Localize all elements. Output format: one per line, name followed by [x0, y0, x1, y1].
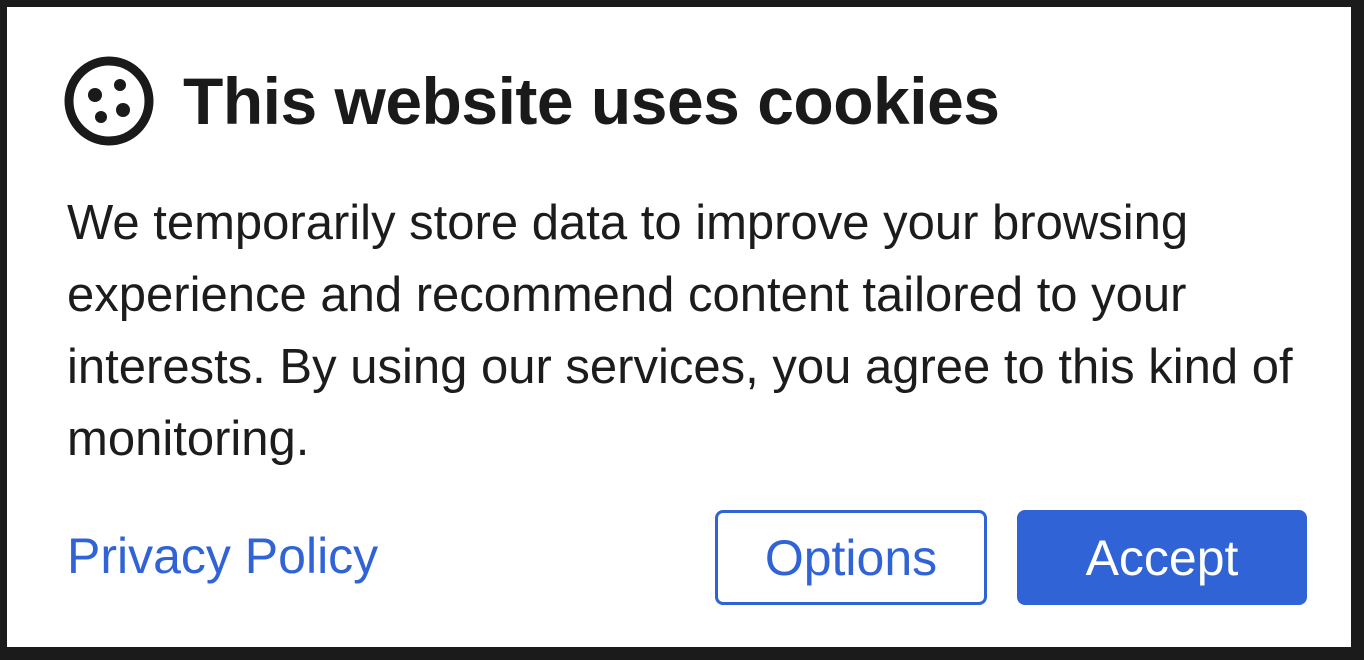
privacy-policy-link[interactable]: Privacy Policy [67, 527, 378, 585]
cookie-consent-banner: This website uses cookies We temporarily… [4, 4, 1354, 650]
options-button[interactable]: Options [715, 510, 987, 605]
banner-title: This website uses cookies [183, 64, 1000, 138]
banner-description: We temporarily store data to improve you… [67, 196, 1293, 466]
accept-button[interactable]: Accept [1017, 510, 1307, 605]
cookie-icon [64, 56, 154, 146]
banner-header: This website uses cookies [61, 51, 1000, 151]
